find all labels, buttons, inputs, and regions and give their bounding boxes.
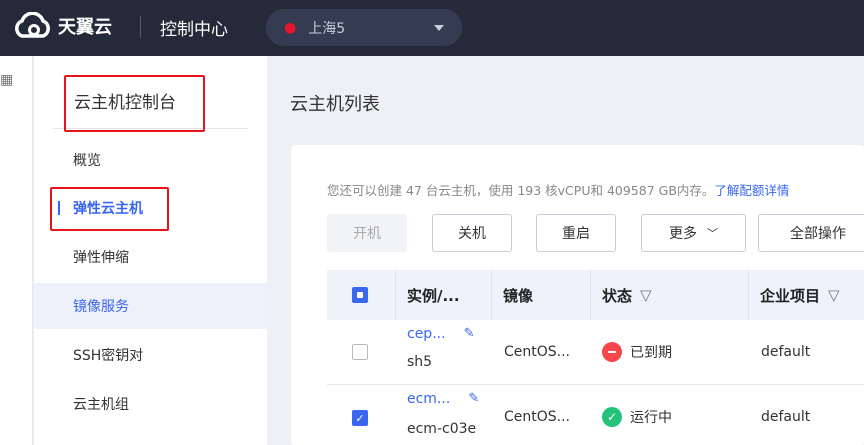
console-link[interactable]: 控制中心 — [160, 15, 228, 40]
chevron-down-icon: ﹀ — [707, 227, 718, 240]
region-selector[interactable]: ● 上海5 — [266, 9, 462, 46]
page-title: 云主机列表 — [290, 94, 380, 115]
product-rail — [0, 56, 33, 445]
instance-name-link[interactable]: cep... — [407, 326, 446, 342]
status-label: 已到期 — [630, 345, 672, 361]
instance-name-link[interactable]: ecm... — [407, 391, 450, 407]
column-label: 状态 — [602, 286, 633, 305]
image-name: CentOS... — [504, 344, 571, 360]
column-label: 企业项目 — [760, 286, 821, 305]
location-pin-icon: ● — [284, 19, 297, 36]
status-badge: ✓ 运行中 — [602, 407, 672, 427]
select-all-checkbox[interactable] — [352, 287, 368, 303]
column-project: 企业项目 ▽ — [748, 270, 864, 320]
header-divider — [140, 16, 141, 38]
row-checkbox[interactable]: ✓ — [352, 410, 368, 426]
instance-id: ecm-c03e — [407, 421, 477, 437]
sidebar-item-ssh-keys[interactable]: SSH密钥对 — [34, 332, 267, 378]
column-status: 状态 ▽ — [590, 270, 748, 320]
more-label: 更多 — [669, 226, 697, 242]
annotation-box — [64, 75, 205, 132]
annotation-box — [50, 187, 169, 231]
cloud-logo-icon — [15, 12, 50, 38]
restart-button[interactable]: 重启 — [536, 214, 616, 252]
sidebar-item-overview[interactable]: 概览 — [34, 137, 267, 183]
edit-pencil-icon[interactable]: ✎ — [468, 391, 479, 407]
sidebar-item-autoscaling[interactable]: 弹性伸缩 — [34, 234, 267, 280]
region-label: 上海5 — [308, 20, 346, 37]
sidebar-item-images[interactable]: 镜像服务 — [34, 283, 267, 329]
apps-grid-icon[interactable]: ▦ — [0, 72, 13, 90]
quota-details-link[interactable]: 了解配额详情 — [714, 183, 789, 198]
column-instance[interactable]: 实例/... — [395, 270, 491, 320]
sidebar-item-server-groups[interactable]: 云主机组 — [34, 381, 267, 427]
filter-icon[interactable]: ▽ — [640, 286, 652, 304]
brand-logo[interactable]: 天翼云 — [12, 12, 112, 40]
quota-text: 您还可以创建 47 台云主机，使用 193 核vCPU和 409587 GB内存… — [327, 183, 715, 198]
start-button[interactable]: 开机 — [327, 214, 407, 252]
table-row: cep... ✎ sh5 CentOS... ━ 已到期 default — [327, 320, 864, 385]
edit-pencil-icon[interactable]: ✎ — [464, 326, 475, 342]
project-name: default — [761, 344, 811, 360]
expired-icon: ━ — [602, 342, 622, 362]
column-image: 镜像 — [491, 270, 590, 320]
stop-button[interactable]: 关机 — [432, 214, 512, 252]
row-checkbox[interactable] — [352, 344, 368, 360]
instance-id: sh5 — [407, 354, 433, 370]
brand-name: 天翼云 — [58, 17, 112, 38]
table-header: 实例/... 镜像 状态 ▽ 企业项目 ▽ — [327, 270, 864, 320]
status-label: 运行中 — [630, 410, 672, 426]
running-check-icon: ✓ — [602, 407, 622, 427]
table-row: ✓ ecm... ✎ ecm-c03e CentOS... ✓ 运行中 defaul… — [327, 385, 864, 445]
filter-icon[interactable]: ▽ — [828, 286, 840, 304]
status-badge: ━ 已到期 — [602, 342, 672, 362]
more-button[interactable]: 更多 ﹀ — [641, 214, 746, 252]
image-name: CentOS... — [504, 409, 571, 425]
caret-down-icon — [434, 24, 444, 31]
all-operations-button[interactable]: 全部操作 — [758, 214, 864, 252]
project-name: default — [761, 409, 811, 425]
quota-info: 您还可以创建 47 台云主机，使用 193 核vCPU和 409587 GB内存… — [327, 180, 789, 199]
